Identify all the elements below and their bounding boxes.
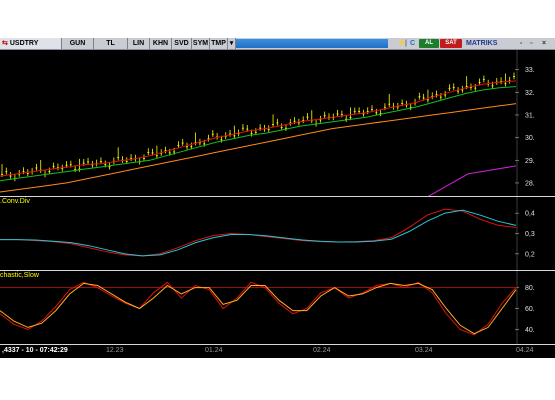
conv-chart: 0,2 0,3 0,4 [0, 197, 535, 270]
conv-signal-line [0, 209, 517, 257]
stoch-k-line [0, 281, 517, 336]
panel-divider[interactable] [0, 344, 555, 345]
y-tick-label: 80. [525, 285, 535, 292]
crosshair-readout: ,4337 - 10 - 07:42:29 [2, 347, 68, 354]
sell-button[interactable]: SAT [440, 39, 462, 48]
ma-mid-line [0, 86, 517, 182]
tool-tmp-button[interactable]: TMP [210, 38, 228, 49]
symbol-label: USDTRY [9, 40, 39, 47]
y-tick-label: 0,4 [525, 211, 535, 218]
status-bar: ,4337 - 10 - 07:42:29 12.23 01.24 02.24 … [0, 346, 555, 356]
y-tick-label: 0,2 [525, 251, 535, 258]
tool-sym-button[interactable]: SYM [192, 38, 210, 49]
settings-icon[interactable]: ▫ [530, 38, 532, 49]
tool-tl-button[interactable]: TL [94, 38, 128, 49]
x-axis-label: 02.24 [313, 347, 331, 354]
y-tick-label: 30. [525, 135, 535, 142]
price-panel[interactable]: 28. 29. 30. 31. 32. 33. [0, 50, 555, 196]
brand-label: MATRIKS [466, 40, 498, 47]
y-tick-label: 29. [525, 158, 535, 165]
symbol-info-bar [236, 39, 388, 48]
x-axis-label: 01.24 [205, 347, 223, 354]
tool-svd-button[interactable]: SVD [172, 38, 192, 49]
y-tick-label: 33. [525, 67, 535, 74]
refresh-icon[interactable]: C [410, 38, 415, 49]
symbol-arrow-icon: ⇆ [2, 40, 8, 47]
ma-slow-line [0, 103, 517, 193]
separator-icon: | [405, 40, 407, 47]
buy-button[interactable]: AL [419, 39, 439, 48]
y-tick-label: 60. [525, 306, 535, 313]
conv-panel[interactable]: 0,2 0,3 0,4 .Conv.Div [0, 197, 555, 270]
ma-far-line [427, 165, 517, 196]
dropdown-arrow-icon[interactable]: ▾ [228, 38, 236, 49]
y-tick-label: 31. [525, 112, 535, 119]
stoch-d-line [0, 282, 517, 335]
stoch-label: chastic,Slow [0, 272, 39, 279]
y-tick-label: 0,3 [525, 231, 535, 238]
x-axis-label: 12.23 [106, 347, 124, 354]
chart-window: ⇆ USDTRY GUN TL LIN KHN SVD SYM TMP ▾ ⚡ |… [0, 38, 555, 358]
tool-khn-button[interactable]: KHN [150, 38, 172, 49]
ma-fast-line [0, 80, 517, 177]
stoch-panel[interactable]: 40. 60. 80. chastic,Slow [0, 271, 555, 344]
symbol-selector[interactable]: ⇆ USDTRY [0, 38, 62, 49]
toolbar: ⇆ USDTRY GUN TL LIN KHN SVD SYM TMP ▾ ⚡ |… [0, 38, 555, 50]
tool-lin-button[interactable]: LIN [128, 38, 150, 49]
tool-gun-button[interactable]: GUN [62, 38, 94, 49]
close-icon[interactable]: × [542, 38, 546, 49]
y-tick-label: 40. [525, 327, 535, 334]
conv-label: .Conv.Div [0, 198, 30, 205]
x-axis-label: 04.24 [516, 347, 534, 354]
y-tick-label: 28. [525, 180, 535, 187]
price-chart: 28. 29. 30. 31. 32. 33. [0, 50, 535, 196]
y-tick-label: 32. [525, 90, 535, 97]
stoch-chart: 40. 60. 80. [0, 271, 535, 344]
x-axis-label: 03.24 [415, 347, 433, 354]
window-control-icon[interactable]: - [520, 38, 522, 49]
